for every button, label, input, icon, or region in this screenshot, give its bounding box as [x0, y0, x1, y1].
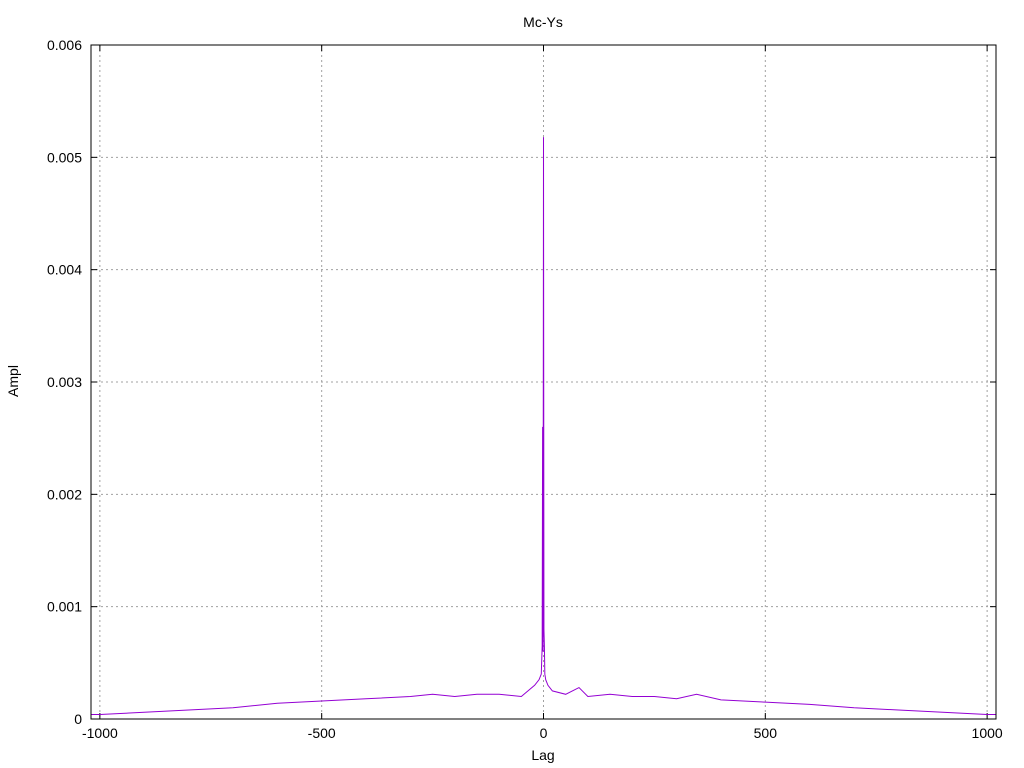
- plot-area: [91, 137, 996, 716]
- y-tick-label: 0.005: [47, 149, 82, 165]
- x-tick-label: -500: [308, 725, 336, 741]
- x-tick-label: 0: [540, 725, 548, 741]
- x-tick-label: 1000: [972, 725, 1003, 741]
- y-tick-label: 0: [74, 711, 82, 727]
- ticks: -1000 -500 0 500 1000 0 0.001 0.002 0.003 0.004 0.…: [47, 37, 1003, 741]
- y-tick-label: 0.001: [47, 599, 82, 615]
- x-tick-label: -1000: [82, 725, 118, 741]
- y-tick-label: 0.003: [47, 374, 82, 390]
- x-axis-title: Lag: [531, 747, 554, 763]
- y-tick-label: 0.004: [47, 262, 82, 278]
- chart: Mc-Ys Ampl Lag -1000 -500 0 500 1000 0 0.001 0.…: [5, 14, 1003, 763]
- chart-title: Mc-Ys: [523, 14, 563, 30]
- y-axis-title: Ampl: [5, 365, 21, 397]
- y-tick-label: 0.002: [47, 486, 82, 502]
- series-line: [91, 137, 996, 716]
- x-tick-label: 500: [754, 725, 778, 741]
- y-tick-label: 0.006: [47, 37, 82, 53]
